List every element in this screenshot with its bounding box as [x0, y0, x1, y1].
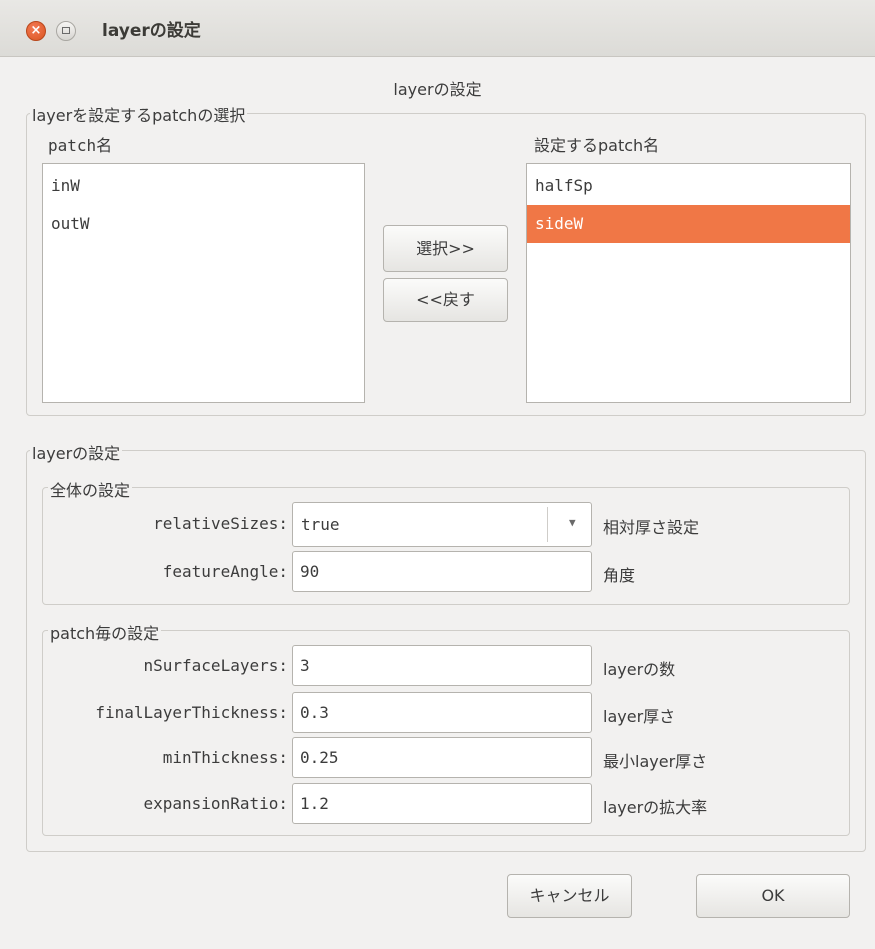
combo-divider [547, 507, 548, 542]
maximize-window-button[interactable] [56, 21, 76, 41]
select-button[interactable]: 選択>> [383, 225, 508, 272]
back-button[interactable]: <<戻す [383, 278, 508, 322]
min-thickness-input[interactable]: 0.25 [292, 737, 592, 778]
relative-sizes-hint: 相対厚さ設定 [603, 518, 700, 537]
maximize-icon [62, 27, 70, 34]
final-layer-thickness-hint: layer厚さ [603, 707, 676, 726]
close-icon: × [30, 23, 42, 38]
relative-sizes-label: relativeSizes: [153, 514, 288, 533]
expansion-ratio-input[interactable]: 1.2 [292, 783, 592, 824]
available-patch-list[interactable]: inW outW [42, 163, 365, 403]
final-layer-thickness-label: finalLayerThickness: [95, 703, 288, 722]
expansion-ratio-hint: layerの拡大率 [603, 798, 708, 817]
n-surface-layers-input[interactable]: 3 [292, 645, 592, 686]
relative-sizes-select[interactable]: true ▼ [292, 502, 592, 547]
n-surface-layers-hint: layerの数 [603, 660, 676, 679]
list-item[interactable]: halfSp [527, 167, 850, 205]
window-title: layerの設定 [102, 21, 201, 41]
n-surface-layers-label: nSurfaceLayers: [143, 656, 289, 675]
per-patch-settings-group-title: patch毎の設定 [48, 620, 162, 644]
selected-patch-list[interactable]: halfSp sideW [526, 163, 851, 403]
list-item-selected[interactable]: sideW [527, 205, 850, 243]
list-item[interactable]: outW [43, 205, 364, 243]
feature-angle-input[interactable]: 90 [292, 551, 592, 592]
chevron-down-icon[interactable]: ▼ [569, 516, 576, 529]
layer-settings-group-title: layerの設定 [30, 440, 123, 464]
dialog-heading: layerの設定 [393, 80, 482, 99]
ok-button[interactable]: OK [696, 874, 850, 918]
cancel-button[interactable]: キャンセル [507, 874, 632, 918]
global-settings-group-title: 全体の設定 [48, 477, 133, 501]
feature-angle-hint: 角度 [603, 566, 636, 585]
expansion-ratio-label: expansionRatio: [143, 794, 289, 813]
feature-angle-label: featureAngle: [162, 562, 288, 581]
relative-sizes-value: true [301, 515, 340, 534]
close-window-button[interactable]: × [26, 21, 46, 41]
selected-patches-label: 設定するpatch名 [534, 136, 660, 155]
title-bar: × layerの設定 [0, 0, 875, 57]
min-thickness-hint: 最小layer厚さ [603, 752, 708, 771]
list-item[interactable]: inW [43, 167, 364, 205]
min-thickness-label: minThickness: [162, 748, 288, 767]
final-layer-thickness-input[interactable]: 0.3 [292, 692, 592, 733]
available-patches-label: patch名 [48, 136, 113, 155]
patch-selection-group-title: layerを設定するpatchの選択 [30, 102, 248, 126]
